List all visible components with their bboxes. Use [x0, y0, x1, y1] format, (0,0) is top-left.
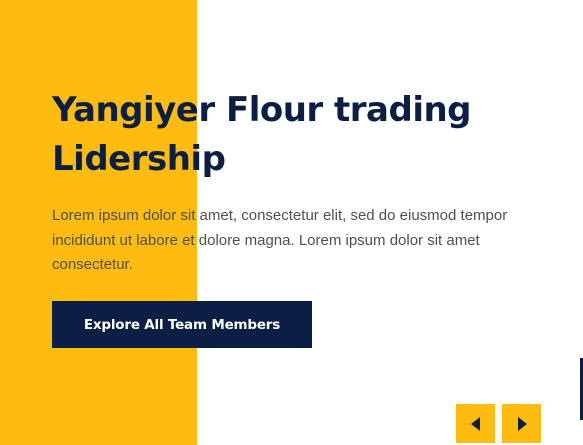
slider-controls: [456, 404, 541, 443]
explore-team-members-button[interactable]: Explore All Team Members: [52, 301, 312, 348]
hero-title-line-2: Lidership: [52, 139, 226, 179]
caret-left-icon: [470, 416, 480, 431]
caret-right-icon: [517, 416, 527, 431]
hero-title-line-1: Yangiyer Flour trading: [52, 90, 472, 130]
slider-prev-button[interactable]: [456, 404, 495, 443]
hero-content: Yangiyer Flour trading Lidership Lorem i…: [52, 86, 557, 278]
hero-title: Yangiyer Flour trading Lidership: [52, 86, 557, 184]
slider-next-button[interactable]: [502, 404, 541, 443]
hero-description: Lorem ipsum dolor sit amet, consectetur …: [52, 207, 508, 273]
